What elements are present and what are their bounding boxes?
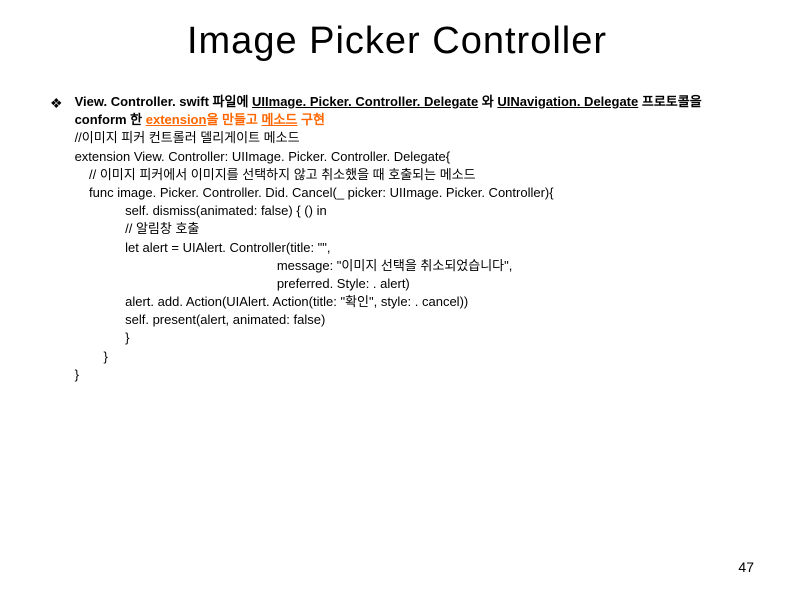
- code-line-14: }: [75, 366, 702, 384]
- code-line-2: extension View. Controller: UIImage. Pic…: [75, 148, 702, 166]
- code-line-8: message: "이미지 선택을 취소되었습니다",: [75, 257, 702, 275]
- code-line-5: self. dismiss(animated: false) { () in: [75, 202, 702, 220]
- header-text-3: 프로토콜을: [638, 94, 701, 109]
- header-orange-1: extension: [146, 112, 207, 127]
- code-line-4: func image. Picker. Controller. Did. Can…: [75, 184, 702, 202]
- code-line-9: preferred. Style: . alert): [75, 275, 702, 293]
- code-line-13: }: [75, 348, 702, 366]
- slide-content: ❖ View. Controller. swift 파일에 UIImage. P…: [50, 93, 744, 384]
- slide-title: Image Picker Controller: [50, 20, 744, 63]
- code-line-6: // 알림창 호출: [75, 220, 702, 238]
- header-orange-2: 을 만들고: [206, 112, 261, 127]
- code-line-7: let alert = UIAlert. Controller(title: "…: [75, 239, 702, 257]
- header-line2: conform 한 extension을 만들고 메소드 구현: [75, 111, 702, 129]
- header-underline-2: UINavigation. Delegate: [497, 94, 638, 109]
- code-line-1: //이미지 피커 컨트롤러 델리게이트 메소드: [75, 129, 702, 147]
- page-number: 47: [738, 559, 754, 575]
- header-orange-3: 메소드: [262, 112, 298, 127]
- header-text-1: View. Controller. swift 파일에: [75, 94, 252, 109]
- code-line-10: alert. add. Action(UIAlert. Action(title…: [75, 293, 702, 311]
- body-text: View. Controller. swift 파일에 UIImage. Pic…: [75, 93, 702, 384]
- slide-container: Image Picker Controller ❖ View. Controll…: [0, 0, 794, 595]
- header-orange-4: 구현: [297, 112, 325, 127]
- code-line-11: self. present(alert, animated: false): [75, 311, 702, 329]
- header-underline-1: UIImage. Picker. Controller. Delegate: [252, 94, 478, 109]
- header-line1: View. Controller. swift 파일에 UIImage. Pic…: [75, 93, 702, 111]
- header-text-2: 와: [478, 94, 497, 109]
- code-line-12: }: [75, 329, 702, 347]
- header-text-4: conform 한: [75, 112, 146, 127]
- bullet-icon: ❖: [50, 95, 63, 112]
- code-line-3: // 이미지 피커에서 이미지를 선택하지 않고 취소했을 때 호출되는 메소드: [75, 166, 702, 184]
